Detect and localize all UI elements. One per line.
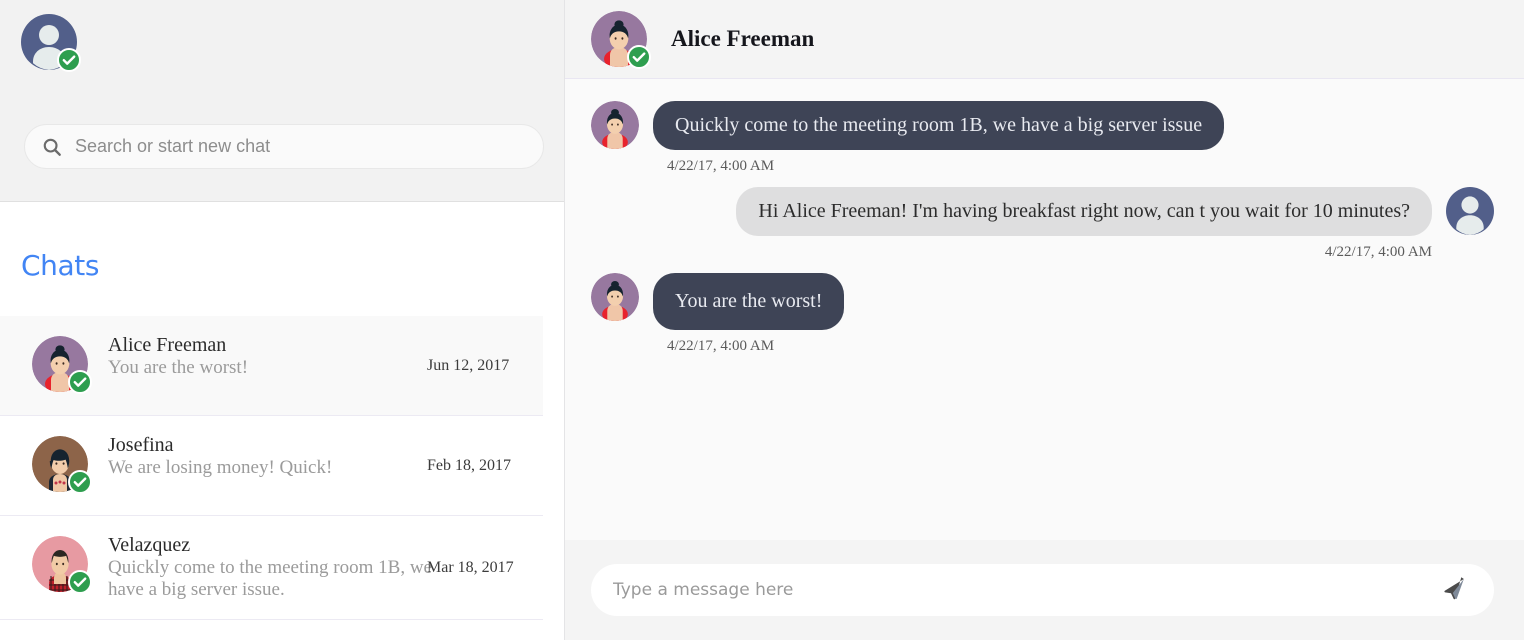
conversation-title: Alice Freeman xyxy=(671,26,815,51)
chat-item-name: Alice Freeman xyxy=(108,334,227,356)
chat-item-name: Josefina xyxy=(108,434,174,456)
velazquez-avatar xyxy=(32,536,92,594)
alice-avatar xyxy=(591,273,639,321)
check-badge-icon xyxy=(627,45,651,69)
josefina-avatar xyxy=(32,436,92,494)
chat-list-item-alice-freeman[interactable]: Alice Freeman You are the worst! Jun 12,… xyxy=(0,316,543,416)
check-badge-icon xyxy=(57,48,81,72)
message-row-incoming: You are the worst! xyxy=(591,273,1494,330)
check-badge-icon xyxy=(68,370,92,394)
sidebar-header xyxy=(0,0,564,202)
chats-heading: Chats xyxy=(21,249,100,282)
chat-item-date: Jun 12, 2017 xyxy=(427,356,510,374)
chat-item-snippet: Quickly come to the meeting room 1B, we … xyxy=(108,557,432,601)
sidebar: Chats xyxy=(0,0,565,640)
conversation-panel: Alice Freeman Quickly come to the meetin… xyxy=(565,0,1524,640)
search-icon xyxy=(39,136,65,158)
chat-list-item-josefina[interactable]: Josefina We are losing money! Quick! Feb… xyxy=(0,416,543,516)
current-user-avatar[interactable] xyxy=(21,14,81,72)
chat-item-snippet: We are losing money! Quick! xyxy=(108,457,333,479)
conversation-header: Alice Freeman xyxy=(565,0,1524,79)
message-bubble: You are the worst! xyxy=(653,273,845,330)
composer-box[interactable] xyxy=(591,564,1494,616)
chat-list-item-velazquez[interactable]: Velazquez Quickly come to the meeting ro… xyxy=(0,516,543,621)
message-bubble: Quickly come to the meeting room 1B, we … xyxy=(653,101,1225,150)
chat-app: Chats xyxy=(0,0,1524,640)
chat-item-date: Feb 18, 2017 xyxy=(427,456,511,474)
message-timestamp: 4/22/17, 4:00 AM xyxy=(667,158,775,174)
check-badge-icon xyxy=(68,470,92,494)
search-input[interactable] xyxy=(75,136,515,157)
message-timestamp: 4/22/17, 4:00 AM xyxy=(667,338,775,354)
chat-list: Alice Freeman You are the worst! Jun 12,… xyxy=(0,316,564,640)
message-composer xyxy=(565,540,1524,640)
search-container[interactable] xyxy=(24,124,544,169)
message-row-outgoing: Hi Alice Freeman! I'm having breakfast r… xyxy=(591,187,1494,236)
chat-item-name: Velazquez xyxy=(108,534,191,556)
message-timestamp: 4/22/17, 4:00 AM xyxy=(1324,244,1432,260)
message-bubble: Hi Alice Freeman! I'm having breakfast r… xyxy=(736,187,1432,236)
alice-avatar[interactable] xyxy=(591,11,651,69)
chat-item-snippet: You are the worst! xyxy=(108,357,249,379)
check-badge-icon xyxy=(68,570,92,594)
message-row-incoming: Quickly come to the meeting room 1B, we … xyxy=(591,101,1494,150)
alice-avatar xyxy=(591,101,639,149)
send-button[interactable] xyxy=(1438,573,1472,607)
default-user-avatar xyxy=(1446,187,1494,235)
message-input[interactable] xyxy=(613,580,1438,600)
alice-avatar xyxy=(32,336,92,394)
send-paper-plane-icon xyxy=(1444,577,1464,600)
message-list: Quickly come to the meeting room 1B, we … xyxy=(565,79,1524,540)
chat-item-date: Mar 18, 2017 xyxy=(427,558,514,576)
